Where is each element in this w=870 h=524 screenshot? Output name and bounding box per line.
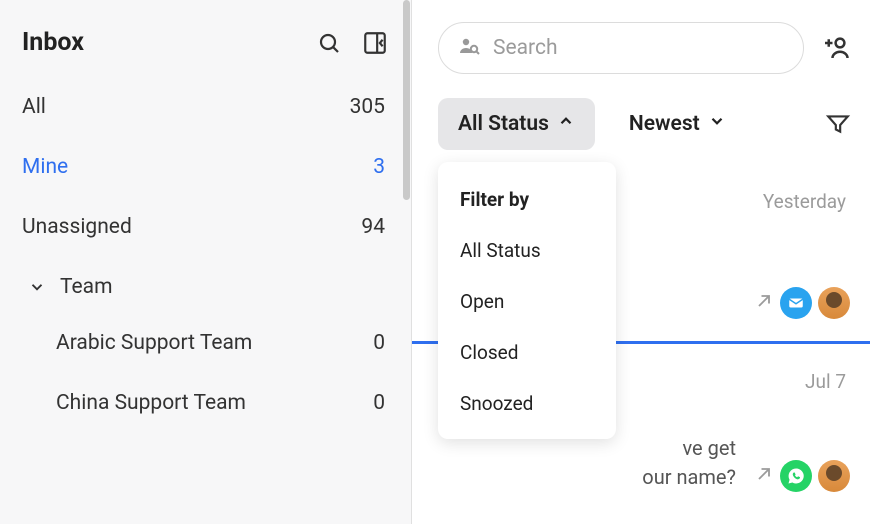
outgoing-arrow-icon <box>754 291 774 315</box>
sidebar-team-china[interactable]: China Support Team 0 <box>0 373 411 433</box>
chevron-down-icon <box>708 112 726 136</box>
search-input[interactable]: Search <box>438 22 804 74</box>
chevron-down-icon <box>28 278 46 296</box>
assignee-avatar <box>818 460 850 492</box>
search-icon[interactable] <box>315 29 343 57</box>
dropdown-item-snoozed[interactable]: Snoozed <box>438 378 616 429</box>
sidebar-item-label: Mine <box>22 155 68 179</box>
add-user-button[interactable] <box>818 34 852 62</box>
sidebar-item-label: Unassigned <box>22 215 132 239</box>
inbox-sidebar: Inbox All 305 Mine 3 Unassigned 94 <box>0 0 412 524</box>
status-filter-label: All Status <box>458 112 549 136</box>
collapse-panel-icon[interactable] <box>361 29 389 57</box>
assignee-avatar <box>818 287 850 319</box>
sidebar-item-label: All <box>22 95 46 119</box>
person-search-icon <box>457 34 481 62</box>
conversation-time: Yesterday <box>763 190 846 213</box>
status-filter-dropdown: Filter by All Status Open Closed Snoozed <box>438 162 616 439</box>
sidebar-item-all[interactable]: All 305 <box>0 77 411 137</box>
filter-icon[interactable] <box>824 110 852 138</box>
dropdown-item-all-status[interactable]: All Status <box>438 225 616 276</box>
dropdown-item-closed[interactable]: Closed <box>438 327 616 378</box>
sidebar-item-mine[interactable]: Mine 3 <box>0 137 411 197</box>
sidebar-item-count: 94 <box>361 215 385 239</box>
sidebar-team-header[interactable]: Team <box>0 257 411 313</box>
sidebar-item-count: 0 <box>373 391 385 415</box>
sidebar-team-label: Team <box>60 275 113 299</box>
sort-button[interactable]: Newest <box>609 98 746 150</box>
sidebar-team-arabic[interactable]: Arabic Support Team 0 <box>0 313 411 373</box>
status-filter-button[interactable]: All Status <box>438 98 595 150</box>
sidebar-item-label: China Support Team <box>56 391 246 415</box>
sidebar-item-count: 3 <box>373 155 385 179</box>
conversation-time: Jul 7 <box>805 370 846 393</box>
sidebar-item-count: 305 <box>350 95 385 119</box>
sidebar-item-label: Arabic Support Team <box>56 331 252 355</box>
sidebar-item-count: 0 <box>373 331 385 355</box>
outgoing-arrow-icon <box>754 464 774 488</box>
conversation-panel: Search All Status Newest Filter by All S… <box>412 0 870 524</box>
search-placeholder: Search <box>493 36 558 60</box>
page-title: Inbox <box>22 28 84 57</box>
chevron-up-icon <box>557 112 575 136</box>
dropdown-header: Filter by <box>438 178 616 225</box>
scrollbar-thumb[interactable] <box>403 0 410 200</box>
email-channel-icon <box>780 287 812 319</box>
sidebar-item-unassigned[interactable]: Unassigned 94 <box>0 197 411 257</box>
sort-label: Newest <box>629 112 700 136</box>
sidebar-scroll[interactable]: Inbox All 305 Mine 3 Unassigned 94 <box>0 0 411 524</box>
whatsapp-channel-icon <box>780 460 812 492</box>
dropdown-item-open[interactable]: Open <box>438 276 616 327</box>
